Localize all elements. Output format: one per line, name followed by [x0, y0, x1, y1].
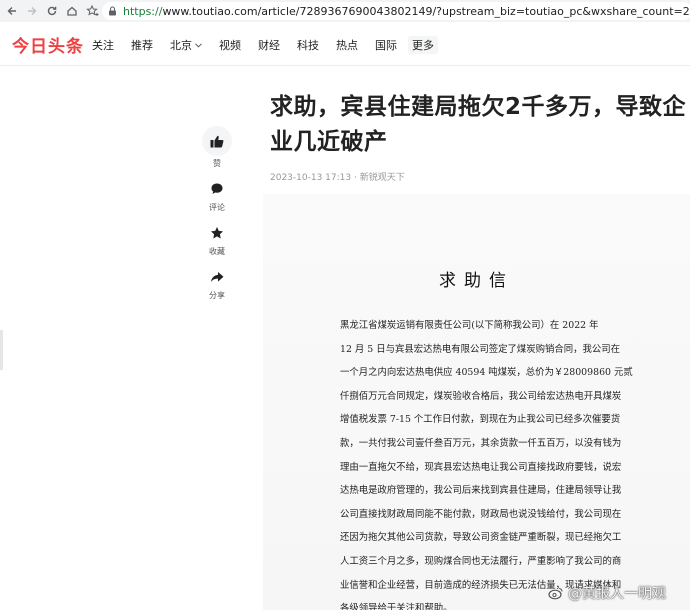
- letter-line: 一个月之内向宏达热电供应 40594 吨煤炭，总价为￥28009860 元贰: [340, 367, 633, 379]
- channel-nav: 关注 推荐 北京 视频 财经 科技 热点 国际 更多: [92, 36, 455, 54]
- comment-icon: [210, 181, 224, 200]
- letter-line: 仟捌佰万元合同规定，煤炭验收合格后，我公司给宏达热电开具煤炭: [340, 390, 622, 402]
- letter-body: 黑龙江省煤炭运销有限责任公司(以下简称我公司）在 2022 年 12 月 5 日…: [340, 314, 662, 610]
- url-text: www.toutiao.com/article/7289367690043802…: [162, 4, 690, 18]
- letter-line: 款，一共付我公司壹仟叁百万元，其余货款一仟五百万，以没有钱为: [340, 437, 622, 449]
- nav-label: 视频: [219, 39, 241, 52]
- like-button[interactable]: 赞: [200, 126, 234, 169]
- nav-label: 国际: [375, 39, 397, 52]
- site-logo[interactable]: 今日头条: [12, 32, 84, 57]
- article-source[interactable]: 新锐观天下: [360, 173, 405, 183]
- home-icon[interactable]: [62, 1, 82, 21]
- forward-icon[interactable]: [22, 1, 42, 21]
- nav-item-recommend[interactable]: 推荐: [131, 36, 153, 54]
- nav-item-more[interactable]: 更多: [408, 36, 438, 54]
- share-arrow-icon: [210, 269, 224, 288]
- article-action-rail: 赞 评论 收藏 分享: [200, 126, 234, 313]
- nav-item-international[interactable]: 国际: [375, 36, 397, 54]
- site-header: 今日头条 关注 推荐 北京 视频 财经 科技 热点 国际 更多: [0, 22, 690, 66]
- meta-separator: ·: [351, 173, 360, 183]
- side-edge-tab[interactable]: [0, 330, 3, 370]
- url-scheme: https://: [123, 4, 163, 18]
- letter-line: 达热电是政府管理的，我公司后来找到宾县住建局，住建局领导让我: [340, 485, 622, 497]
- nav-label: 热点: [336, 39, 358, 52]
- letter-line: 理由一直拖欠不给，现宾县宏达热电让我公司直接找政府要钱，说宏: [340, 461, 622, 473]
- star-icon: [210, 225, 224, 244]
- letter-image: 求助信 黑龙江省煤炭运销有限责任公司(以下简称我公司）在 2022 年 12 月…: [263, 194, 690, 610]
- letter-title: 求助信: [439, 271, 514, 291]
- chevron-down-icon: [195, 41, 202, 50]
- browser-toolbar: https:// www.toutiao.com/article/7289367…: [0, 0, 690, 22]
- watermark-text: @黄报人一明观: [568, 586, 666, 602]
- lock-icon: [108, 6, 117, 16]
- favorite-label: 收藏: [209, 247, 225, 256]
- nav-label: 财经: [258, 39, 280, 52]
- thumbs-up-icon: [202, 126, 232, 156]
- letter-line: 人工资三个月之多，现购煤合同也无法履行，严重影响了我公司的商: [340, 555, 622, 567]
- weibo-watermark: @黄报人一明观: [548, 583, 666, 603]
- nav-item-follow[interactable]: 关注: [92, 36, 114, 54]
- nav-item-tech[interactable]: 科技: [297, 36, 319, 54]
- back-icon[interactable]: [2, 1, 22, 21]
- like-label: 赞: [213, 159, 221, 168]
- reload-icon[interactable]: [42, 1, 62, 21]
- letter-line: 黑龙江省煤炭运销有限责任公司(以下简称我公司）在 2022 年: [340, 320, 599, 331]
- nav-label: 科技: [297, 39, 319, 52]
- comment-button[interactable]: 评论: [200, 181, 234, 213]
- share-button[interactable]: 分享: [200, 269, 234, 301]
- share-label: 分享: [209, 291, 225, 300]
- article-title: 求助，宾县住建局拖欠2千多万，导致企业几近破产: [270, 94, 687, 155]
- nav-item-finance[interactable]: 财经: [258, 36, 280, 54]
- bookmark-star-icon[interactable]: [82, 1, 102, 21]
- nav-label: 关注: [92, 39, 114, 52]
- nav-label: 推荐: [131, 39, 153, 52]
- letter-line: 公司直接找财政局同能不能付款，财政局也说没钱给付，我公司现在: [340, 508, 622, 520]
- weibo-logo-icon: [548, 586, 564, 600]
- letter-line: 还因为拖欠其他公司货款，导致公司资金链严重断裂，现已经拖欠工: [340, 532, 622, 544]
- nav-item-beijing[interactable]: 北京: [170, 36, 202, 54]
- nav-item-video[interactable]: 视频: [219, 36, 241, 54]
- article-date: 2023-10-13 17:13: [270, 173, 352, 183]
- letter-line: 12 月 5 日与宾县宏达热电有限公司签定了煤炭购销合同，我公司在: [340, 343, 620, 355]
- favorite-button[interactable]: 收藏: [200, 225, 234, 257]
- nav-item-hot[interactable]: 热点: [336, 36, 358, 54]
- comment-label: 评论: [209, 203, 225, 212]
- nav-label: 更多: [412, 39, 434, 52]
- article-meta: 2023-10-13 17:13 · 新锐观天下: [270, 170, 405, 183]
- nav-label: 北京: [170, 39, 192, 52]
- address-bar[interactable]: https:// www.toutiao.com/article/7289367…: [102, 2, 690, 20]
- letter-line: 增值税发票 7-15 个工作日付款，到现在为止我公司已经多次催要货: [340, 414, 621, 426]
